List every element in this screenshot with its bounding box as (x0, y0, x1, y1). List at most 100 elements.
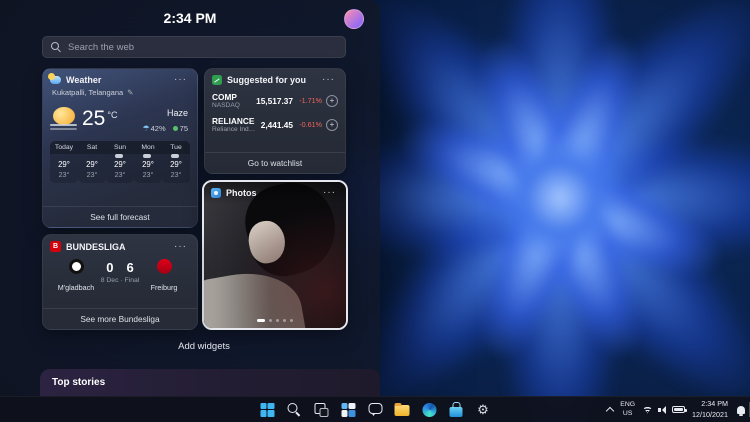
photo-carousel-dots (204, 318, 346, 322)
away-team-name: Freiburg (150, 283, 178, 292)
volume-icon (658, 405, 667, 414)
settings-button[interactable]: ⚙ (472, 399, 495, 420)
desktop: 2:34 PM Weather ··· Kukatpalli, Telangan… (0, 0, 750, 422)
temp-unit: °C (107, 109, 118, 120)
forecast-day: Mon (134, 141, 162, 154)
folder-icon (394, 402, 410, 416)
panel-clock: 2:34 PM (163, 10, 217, 26)
home-team-name: M'gladbach (57, 283, 95, 292)
language-indicator[interactable]: ENG US (620, 401, 635, 419)
carousel-dot[interactable] (275, 318, 279, 322)
taskbar-clock[interactable]: 2:34 PM 12/10/2021 (692, 399, 728, 419)
forecast-high: 29° (50, 158, 78, 169)
stock-price: 15,517.37 (256, 95, 293, 106)
forecast-day: Sun (106, 141, 134, 154)
widgets-panel: 2:34 PM Weather ··· Kukatpalli, Telangan… (0, 0, 380, 396)
task-view-button[interactable] (310, 399, 333, 420)
carousel-dot[interactable] (282, 318, 286, 322)
add-to-watchlist-button[interactable]: + (326, 118, 338, 131)
mgladbach-logo-icon (68, 259, 84, 274)
more-options-icon[interactable]: ··· (171, 75, 190, 85)
go-to-watchlist-link[interactable]: Go to watchlist (205, 152, 345, 173)
match-result[interactable]: M'gladbach 0 6 8 Dec · Final Freiburg (43, 254, 197, 295)
stock-change: -0.61% (299, 120, 322, 129)
forecast-strip[interactable]: Today Sat Sun Mon Tue 29° 29° 29° 29° 29… (50, 141, 190, 183)
stock-row[interactable]: RELIANCE Reliance Indu... 2,441.45 -0.61… (212, 112, 338, 136)
web-search-bar[interactable] (42, 36, 346, 58)
away-score: 6 (126, 260, 134, 275)
match-status: 8 Dec · Final (100, 277, 140, 284)
see-full-forecast-link[interactable]: See full forecast (43, 206, 197, 227)
wifi-icon (642, 405, 654, 414)
more-options-icon[interactable]: ··· (171, 241, 190, 252)
store-bag-icon (449, 402, 463, 417)
weather-widget[interactable]: Weather ··· Kukatpalli, Telangana ✎ 25 °… (42, 68, 198, 228)
forecast-low: 23° (50, 169, 78, 183)
top-stories-section[interactable]: Top stories (40, 369, 380, 396)
add-to-watchlist-button[interactable]: + (326, 94, 338, 107)
condition-label: Haze (166, 108, 188, 118)
forecast-high: 29° (134, 158, 162, 169)
carousel-dot[interactable] (268, 318, 272, 322)
weather-icon (48, 73, 61, 84)
stock-name: NASDAQ (212, 102, 240, 109)
stock-price: 2,441.45 (260, 119, 293, 130)
bundesliga-widget[interactable]: B BUNDESLIGA ··· M'gladbach 0 6 8 Dec · … (42, 234, 198, 330)
start-button[interactable] (256, 399, 279, 420)
air-quality-stat: 75 (172, 124, 188, 133)
forecast-low: 23° (162, 169, 190, 183)
notification-bell-icon[interactable] (737, 405, 745, 416)
stock-row[interactable]: COMP NASDAQ 15,517.37 -1.71% + (212, 88, 338, 112)
forecast-low: 23° (134, 169, 162, 183)
haze-weather-icon (50, 106, 77, 130)
add-widgets-button[interactable]: Add widgets (42, 341, 366, 352)
search-input[interactable] (68, 41, 337, 53)
bundesliga-logo-icon: B (50, 241, 61, 252)
wallpaper-bloom-center (495, 133, 625, 263)
photos-app-icon (211, 188, 221, 198)
chart-icon (212, 75, 222, 85)
leaf-icon (172, 126, 178, 131)
system-tray-icons[interactable] (642, 405, 688, 414)
stocks-widget[interactable]: Suggested for you ··· COMP NASDAQ 15,517… (204, 68, 346, 174)
profile-avatar[interactable] (344, 9, 364, 29)
carousel-dot[interactable] (289, 318, 293, 322)
more-options-icon[interactable]: ··· (319, 75, 338, 85)
stock-symbol: COMP (212, 92, 237, 102)
search-icon (51, 41, 62, 53)
tray-date: 12/10/2021 (692, 409, 728, 419)
edge-button[interactable] (418, 399, 441, 420)
more-options-icon[interactable]: ··· (320, 188, 339, 198)
show-hidden-icons-chevron[interactable] (606, 406, 615, 416)
temp-value: 25 (82, 106, 106, 130)
current-temperature: 25 °C (82, 108, 117, 129)
task-view-icon (314, 402, 328, 417)
microsoft-store-button[interactable] (445, 399, 468, 420)
forecast-day: Today (50, 141, 78, 154)
top-stories-title: Top stories (52, 377, 106, 388)
stock-change: -1.71% (299, 96, 322, 105)
photos-widget[interactable]: Photos ··· (202, 180, 348, 330)
forecast-high: 29° (78, 158, 106, 169)
file-explorer-button[interactable] (391, 399, 414, 420)
forecast-high: 29° (162, 158, 190, 169)
weather-location[interactable]: Kukatpalli, Telangana ✎ (43, 87, 197, 98)
widgets-button[interactable] (337, 399, 360, 420)
language-code: ENG (620, 400, 636, 408)
widgets-icon (341, 402, 355, 417)
stock-name: Reliance Indu... (212, 126, 257, 133)
widget-title: BUNDESLIGA (66, 241, 126, 252)
precipitation-stat: ☂42% (142, 124, 166, 133)
widget-title: Photos (226, 188, 257, 198)
see-more-bundesliga-link[interactable]: See more Bundesliga (43, 308, 197, 329)
forecast-day: Sat (78, 141, 106, 154)
battery-icon (672, 406, 688, 413)
location-label: Kukatpalli, Telangana (52, 88, 124, 97)
home-score: 0 (106, 260, 114, 275)
taskbar-search-button[interactable] (283, 399, 306, 420)
chat-button[interactable] (364, 399, 387, 420)
carousel-dot[interactable] (257, 318, 265, 322)
stock-symbol: RELIANCE (212, 116, 255, 126)
edit-location-icon[interactable]: ✎ (127, 88, 133, 97)
umbrella-icon: ☂ (142, 124, 150, 133)
